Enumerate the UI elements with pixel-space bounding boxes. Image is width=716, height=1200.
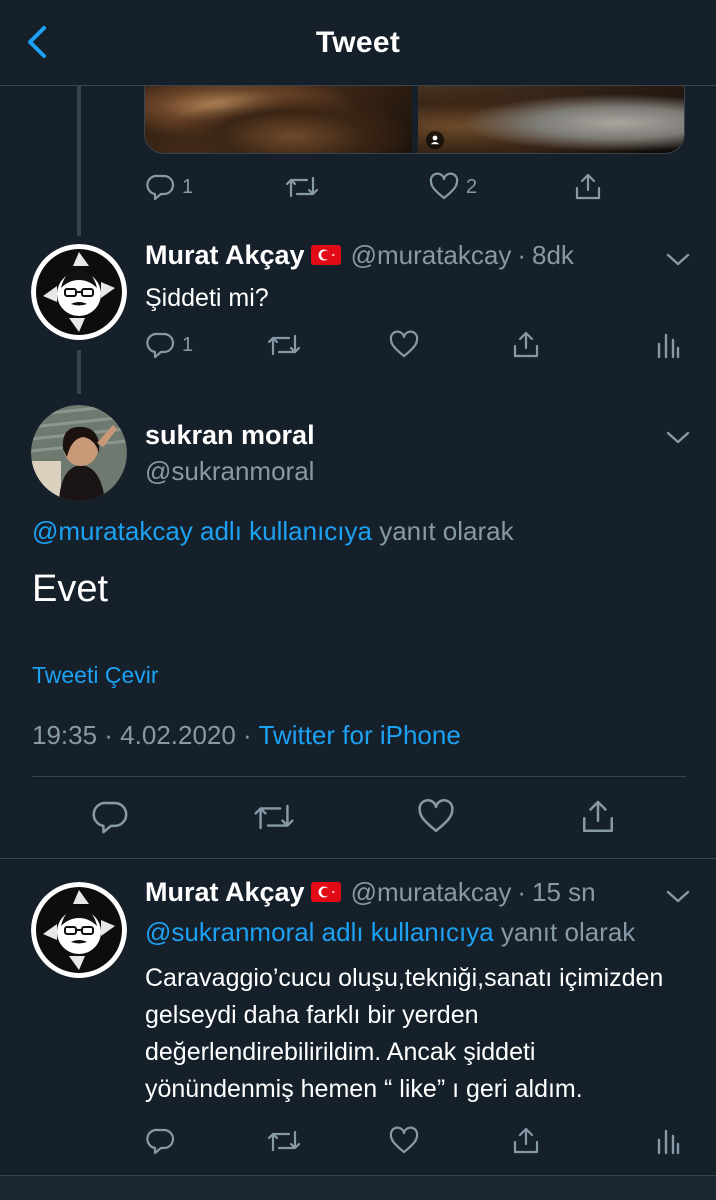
analytics-icon: [657, 333, 680, 359]
author-name[interactable]: sukran moral: [145, 420, 315, 451]
media-image[interactable]: [417, 86, 684, 153]
share-button[interactable]: [572, 167, 604, 207]
analytics-icon: [657, 1129, 680, 1155]
timestamp: 19:35 · 4.02.2020 ·: [32, 720, 252, 750]
like-button[interactable]: 2: [428, 167, 477, 207]
like-button[interactable]: [388, 1121, 420, 1161]
like-icon: [418, 799, 454, 832]
divider: [32, 776, 686, 777]
share-icon: [513, 1127, 539, 1154]
chevron-down-icon: [666, 890, 690, 903]
like-button[interactable]: [388, 325, 420, 365]
author-handle[interactable]: @sukranmoral: [145, 456, 314, 487]
author-handle[interactable]: @muratakcay: [351, 877, 512, 907]
tweet-media[interactable]: [144, 86, 685, 154]
like-button[interactable]: [416, 797, 456, 837]
analytics-button[interactable]: [656, 325, 680, 365]
like-icon: [389, 1126, 419, 1154]
reply-icon: [146, 1128, 175, 1155]
share-icon: [583, 800, 613, 832]
tweet-menu-button[interactable]: [665, 886, 691, 906]
reply-context: @muratakcay adlı kullanıcıya yanıt olara…: [32, 516, 514, 547]
thread-line: [77, 350, 81, 394]
tweet-text: Caravaggio’cucu oluşu,tekniği,sanatı içi…: [145, 964, 664, 1103]
reply-button[interactable]: [92, 797, 130, 837]
avatar[interactable]: [31, 244, 127, 340]
like-count: 2: [466, 175, 478, 198]
like-icon: [429, 172, 459, 200]
avatar[interactable]: [31, 405, 127, 501]
reply-button[interactable]: [146, 1121, 176, 1161]
separator: ·: [517, 877, 527, 907]
translate-link[interactable]: Tweeti Çevir: [32, 662, 159, 689]
tweet-meta: 19:35 · 4.02.2020 · Twitter for iPhone: [32, 720, 461, 751]
retweet-button[interactable]: [266, 1121, 302, 1161]
flag-tr-icon: [310, 882, 341, 902]
page-title: Tweet: [315, 26, 401, 59]
tweet-header: Murat Akçay @muratakcay · 8dk: [145, 240, 574, 271]
tweet-actions: [90, 797, 630, 837]
share-icon: [513, 331, 539, 358]
tweet-text: Şiddeti mi?: [145, 284, 269, 312]
retweet-icon: [285, 176, 319, 198]
reply-button[interactable]: 1: [146, 167, 193, 207]
reply-count: 1: [182, 175, 194, 198]
reply-to-suffix: yanıt olarak: [500, 917, 636, 947]
author-handle[interactable]: @muratakcay: [351, 240, 512, 270]
share-icon: [575, 173, 601, 200]
reply-icon: [146, 332, 175, 359]
retweet-icon: [267, 334, 301, 356]
timestamp[interactable]: 8dk: [532, 240, 574, 270]
avatar[interactable]: [31, 882, 127, 978]
flag-tr-icon: [310, 245, 341, 265]
top-bar: Tweet: [0, 0, 716, 86]
tweet-actions: 1 2: [144, 167, 684, 207]
analytics-button[interactable]: [656, 1121, 680, 1161]
author-name[interactable]: Murat Akçay: [145, 877, 305, 907]
author-name[interactable]: Murat Akçay: [145, 240, 305, 270]
reply-button[interactable]: 1: [146, 325, 193, 365]
source-link[interactable]: Twitter for iPhone: [258, 720, 460, 750]
retweet-button[interactable]: [284, 167, 320, 207]
reply-icon: [92, 801, 128, 834]
reply-to-suffix: yanıt olarak: [379, 516, 514, 546]
retweet-icon: [254, 804, 294, 830]
tweet-header: Murat Akçay @muratakcay · 15 sn: [145, 877, 596, 908]
timestamp[interactable]: 15 sn: [532, 877, 596, 907]
reply-context: @sukranmoral adlı kullanıcıya yanıt olar…: [145, 917, 635, 948]
retweet-button[interactable]: [252, 797, 296, 837]
retweet-icon: [267, 1130, 301, 1152]
tweet-actions: [144, 1121, 684, 1161]
reply-icon: [146, 174, 175, 201]
share-button[interactable]: [578, 797, 618, 837]
share-button[interactable]: [510, 1121, 542, 1161]
reply-to-link[interactable]: @sukranmoral adlı kullanıcıya: [145, 917, 494, 947]
tweet-menu-button[interactable]: [665, 427, 691, 447]
person-icon: [425, 131, 444, 149]
tweet-text: Evet: [32, 568, 109, 610]
reply-to-link[interactable]: @muratakcay adlı kullanıcıya: [32, 516, 372, 546]
media-image[interactable]: [145, 86, 412, 153]
like-icon: [389, 330, 419, 358]
separator: ·: [517, 240, 527, 270]
share-button[interactable]: [510, 325, 542, 365]
tweet-menu-button[interactable]: [665, 249, 691, 269]
thread-line: [77, 86, 81, 236]
chevron-down-icon: [666, 253, 690, 266]
chevron-down-icon: [666, 431, 690, 444]
reply-count: 1: [182, 333, 194, 356]
tweet-actions: 1: [144, 325, 684, 365]
bottom-strip: [0, 1176, 716, 1200]
retweet-button[interactable]: [266, 325, 302, 365]
divider: [0, 858, 716, 859]
